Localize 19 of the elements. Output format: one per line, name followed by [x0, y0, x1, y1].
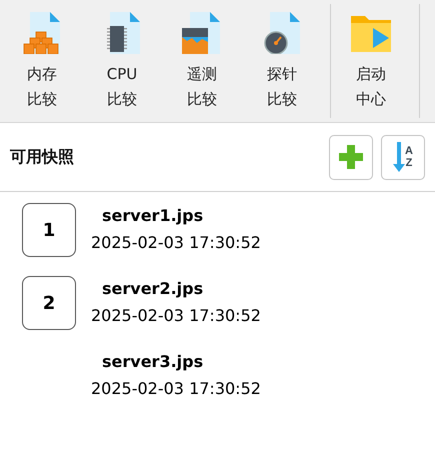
sort-button[interactable]: A Z	[381, 134, 425, 180]
plus-icon	[338, 144, 364, 170]
snapshot-number: 2	[22, 276, 76, 330]
snapshot-name: server3.jps	[102, 352, 204, 371]
snapshot-time: 2025-02-03 17:30:52	[91, 379, 261, 398]
toolbar-button[interactable]: 遥测 比较	[162, 10, 242, 112]
toolbar-button[interactable]: CPU 比较	[82, 10, 162, 112]
add-button[interactable]	[329, 134, 373, 180]
snapshot-name: server2.jps	[102, 279, 204, 298]
snapshot-number: 1	[22, 203, 76, 257]
toolbar-button[interactable]: 启动 中心	[331, 10, 411, 112]
snapshot-time: 2025-02-03 17:30:52	[91, 233, 261, 252]
snapshot-name: server1.jps	[102, 206, 204, 225]
section-title: 可用快照	[10, 146, 75, 168]
down-arrow-icon	[393, 142, 406, 172]
toolbar-button[interactable]: 探针 比较	[242, 10, 322, 112]
toolbar-button[interactable]: 内存 比较	[2, 10, 82, 112]
sort-letters: A Z	[405, 145, 413, 169]
snapshot-time: 2025-02-03 17:30:52	[91, 306, 261, 325]
